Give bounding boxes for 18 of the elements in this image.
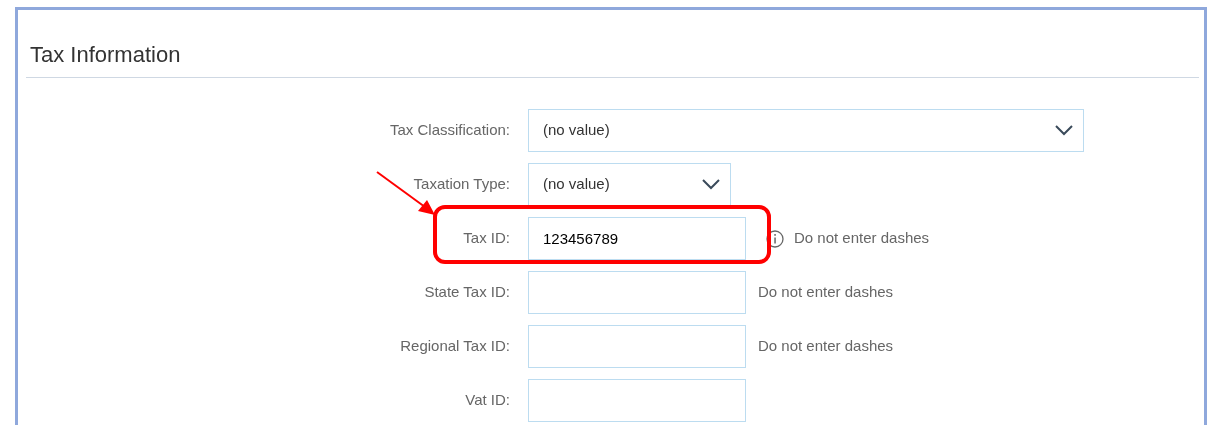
chevron-down-icon bbox=[702, 179, 720, 190]
field-label: State Tax ID: bbox=[423, 282, 510, 303]
field-label: Tax ID: bbox=[462, 228, 510, 249]
input-field[interactable] bbox=[528, 379, 746, 422]
field-label: Tax Classification: bbox=[388, 120, 510, 141]
hint-text: Do not enter dashes bbox=[794, 228, 930, 249]
hint-text: Do not enter dashes bbox=[758, 336, 894, 357]
field-label: Taxation Type: bbox=[412, 174, 510, 195]
chevron-down-icon bbox=[1055, 125, 1073, 136]
field-label: Regional Tax ID: bbox=[399, 336, 510, 357]
dropdown[interactable]: (no value) bbox=[528, 109, 1084, 152]
input-field[interactable] bbox=[528, 325, 746, 368]
input-field[interactable]: 123456789 bbox=[528, 217, 746, 260]
hint-text: Do not enter dashes bbox=[758, 282, 894, 303]
dropdown[interactable]: (no value) bbox=[528, 163, 731, 206]
section-title: Tax Information bbox=[29, 41, 182, 69]
input-field[interactable] bbox=[528, 271, 746, 314]
field-label: Vat ID: bbox=[464, 390, 510, 411]
